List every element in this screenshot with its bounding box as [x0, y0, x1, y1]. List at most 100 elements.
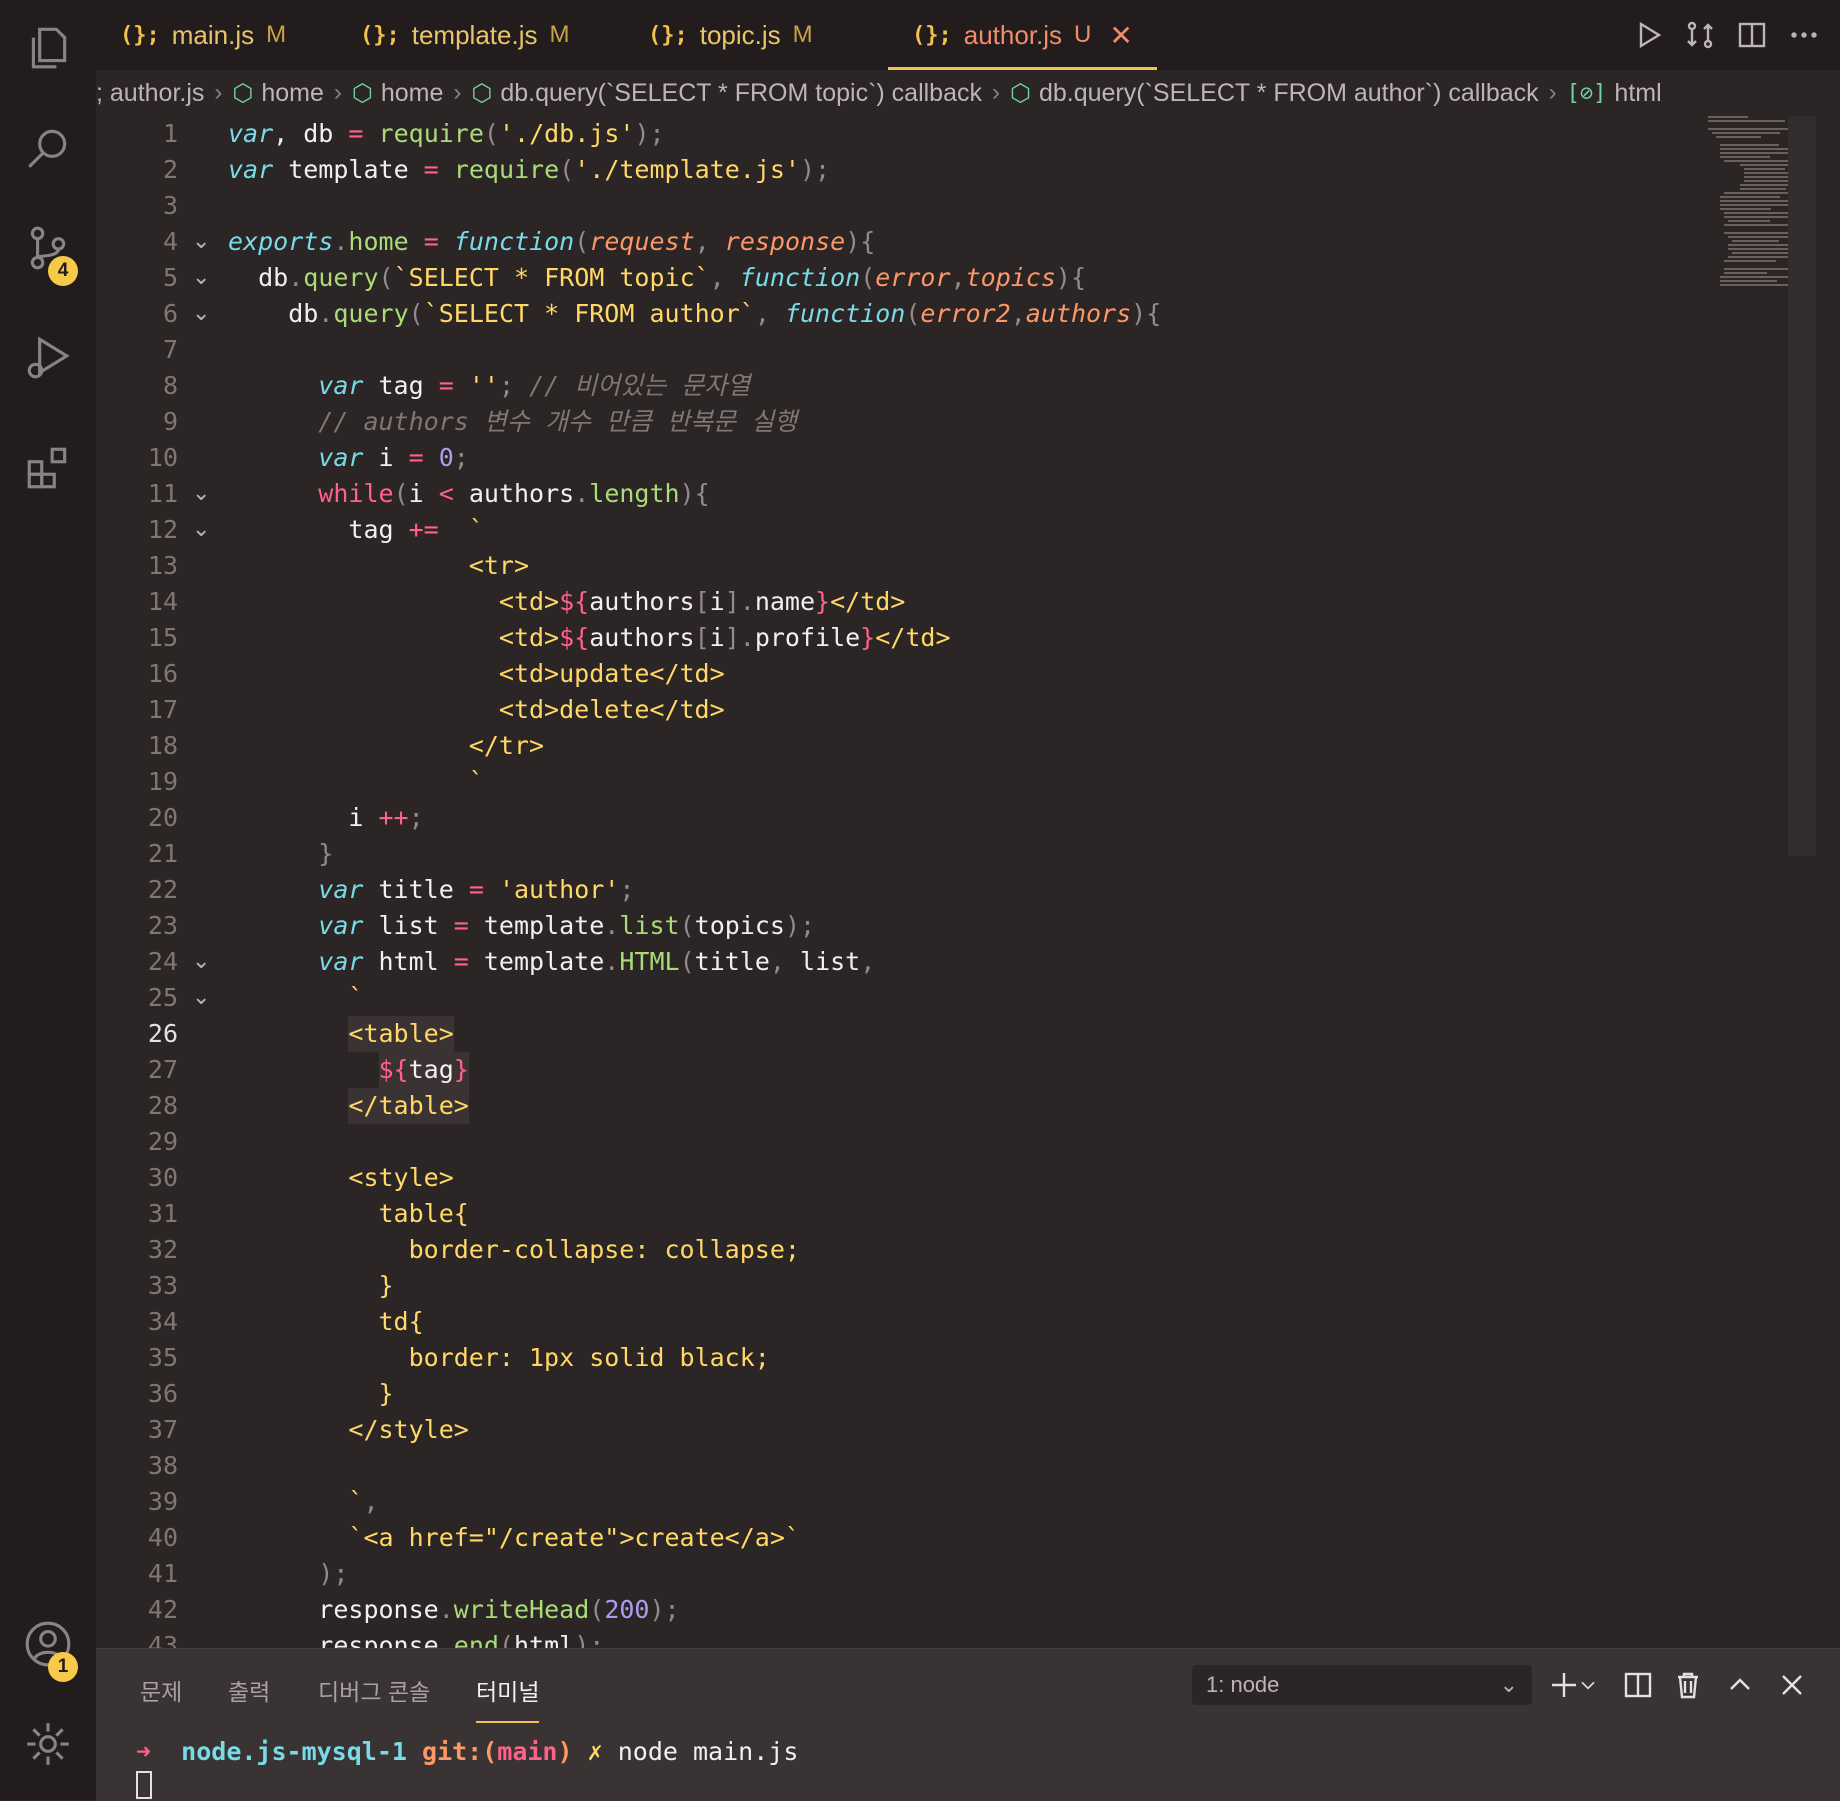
code-text: response.writeHead(200);	[318, 1592, 679, 1628]
code-token: tag	[348, 515, 409, 544]
editor-actions	[1622, 0, 1840, 70]
code-token: i	[348, 803, 379, 832]
explorer-button[interactable]	[0, 0, 96, 96]
code-token: ){	[1131, 299, 1162, 328]
fold-chevron-icon[interactable]: ⌄	[192, 224, 216, 260]
code-token: (	[559, 155, 575, 184]
code-token: =	[408, 443, 424, 472]
line-number: 7	[162, 335, 178, 364]
line-number: 10	[147, 443, 178, 472]
maximize-panel-button[interactable]	[1722, 1667, 1758, 1703]
code-token: function	[739, 263, 861, 292]
chevron-right-icon: ›	[214, 79, 223, 106]
code-token: db	[258, 263, 289, 292]
more-actions-button[interactable]	[1778, 19, 1830, 51]
tab-terminal[interactable]: 터미널	[476, 1673, 540, 1723]
fold-chevron-icon[interactable]: ⌄	[192, 296, 216, 332]
code-token: 200	[604, 1595, 650, 1624]
code-text: var title = 'author';	[318, 872, 634, 908]
fold-chevron-icon[interactable]: ⌄	[192, 476, 216, 512]
js-file-icon: (};	[120, 22, 160, 48]
cube-icon: ⬡	[232, 79, 254, 107]
variable-icon: [⊘]	[1566, 80, 1607, 106]
close-icon[interactable]: ✕	[1109, 19, 1132, 52]
search-button[interactable]	[0, 100, 96, 196]
terminal-prompt[interactable]: ➜ node.js-mysql-1 git:(main) ✗ node main…	[136, 1737, 798, 1766]
line-number: 6	[162, 299, 178, 328]
extensions-button[interactable]	[0, 420, 96, 516]
code-token: <td>	[498, 623, 560, 652]
cube-icon: ⬡	[1010, 79, 1031, 107]
source-control-badge: 4	[48, 256, 78, 286]
breadcrumb-file[interactable]: ; author.js	[96, 79, 204, 108]
open-changes-button[interactable]	[1674, 19, 1726, 51]
tab-output[interactable]: 출력	[228, 1673, 270, 1717]
code-token: ${	[559, 587, 590, 616]
tab-status: M	[792, 21, 813, 48]
code-token: (	[679, 911, 695, 940]
code-text: // authors 변수 개수 만큼 반복문 실행	[318, 404, 797, 440]
terminal-select[interactable]: 1: node ⌄	[1192, 1665, 1532, 1705]
code-token: template	[468, 947, 605, 976]
code-text: <style>	[348, 1160, 453, 1196]
line-number: 1	[162, 119, 178, 148]
code-text: }	[318, 836, 333, 872]
kill-terminal-button[interactable]	[1670, 1667, 1706, 1703]
tab-problems[interactable]: 문제	[140, 1673, 182, 1717]
code-editor[interactable]: 1 var, db = require('./db.js'); 2 var templ…	[96, 116, 1816, 1648]
code-token: </style>	[348, 1415, 469, 1444]
minimap-line	[1720, 156, 1770, 158]
code-token: </table>	[348, 1091, 469, 1120]
tab-topic-js[interactable]: (}; topic.js M	[648, 0, 813, 70]
line-number: 9	[162, 407, 178, 436]
prompt-branch: main	[497, 1737, 558, 1766]
split-editor-button[interactable]	[1726, 19, 1778, 51]
manage-button[interactable]	[0, 1696, 96, 1792]
fold-chevron-icon[interactable]: ⌄	[192, 260, 216, 296]
code-token: ;	[619, 875, 635, 904]
code-token: `SELECT * FROM author`	[423, 299, 755, 328]
accounts-button[interactable]: 1	[0, 1596, 96, 1692]
fold-chevron-icon[interactable]: ⌄	[192, 944, 216, 980]
vertical-scrollbar[interactable]	[1788, 116, 1816, 856]
run-debug-button[interactable]	[0, 310, 96, 406]
code-token: ,	[363, 1487, 379, 1516]
minimap-line	[1708, 116, 1748, 118]
code-token: list	[800, 947, 861, 976]
code-token: <td>update</td>	[498, 659, 725, 688]
code-token: template	[273, 155, 424, 184]
source-control-button[interactable]: 4	[0, 200, 96, 296]
tab-debug-console[interactable]: 디버그 콘솔	[318, 1673, 430, 1717]
code-token: ){	[1055, 263, 1087, 292]
tab-author-js[interactable]: (}; author.js U ✕	[888, 0, 1157, 70]
breadcrumb-symbol[interactable]: ⬡ home	[232, 79, 324, 108]
tab-template-js[interactable]: (}; template.js M	[360, 0, 569, 70]
code-token: </td>	[875, 623, 951, 652]
code-text: var tag = ''; // 비어있는 문자열	[318, 368, 750, 404]
code-token: (	[378, 263, 394, 292]
fold-chevron-icon[interactable]: ⌄	[192, 980, 216, 1016]
code-token: `	[348, 983, 364, 1012]
line-number: 31	[147, 1199, 178, 1228]
code-text: );	[318, 1556, 348, 1592]
terminal-profiles-button[interactable]	[1576, 1667, 1600, 1703]
code-text: td{	[379, 1304, 424, 1340]
split-terminal-button[interactable]	[1620, 1667, 1656, 1703]
breadcrumb-symbol[interactable]: ⬡ home	[352, 79, 444, 108]
run-button[interactable]	[1622, 19, 1674, 51]
code-text: var list = template.list(topics);	[318, 908, 815, 944]
code-token: query	[303, 263, 379, 292]
line-number: 42	[147, 1595, 178, 1624]
close-panel-button[interactable]	[1774, 1667, 1810, 1703]
tab-main-js[interactable]: (}; main.js M	[120, 0, 286, 70]
code-token: error2	[920, 299, 1011, 328]
minimap-line	[1728, 248, 1789, 250]
breadcrumb-symbol[interactable]: ⬡ db.query(`SELECT * FROM author`) callba…	[1010, 79, 1539, 108]
breadcrumb-symbol[interactable]: [⊘] html	[1567, 79, 1662, 108]
js-file-icon: (};	[912, 22, 952, 48]
fold-chevron-icon[interactable]: ⌄	[192, 512, 216, 548]
code-text: border-collapse: collapse;	[409, 1232, 800, 1268]
breadcrumb-symbol[interactable]: ⬡ db.query(`SELECT * FROM topic`) callbac…	[471, 79, 982, 108]
minimap-line	[1712, 132, 1780, 134]
